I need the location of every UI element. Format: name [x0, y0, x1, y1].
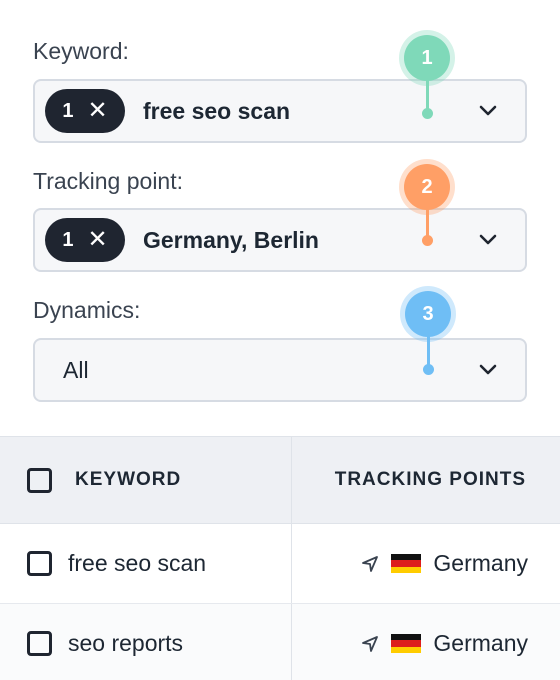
select-all-checkbox[interactable] [27, 467, 52, 493]
dynamics-value: All [63, 356, 89, 383]
table-header: KEYWORD TRACKING POINTS [0, 436, 560, 524]
tracking-point-count: 1 [62, 228, 74, 251]
tracking-point-value: Germany, Berlin [143, 226, 319, 253]
table-row[interactable]: seo reports Germany [0, 604, 560, 680]
keyword-text: seo reports [68, 630, 184, 656]
keyword-value: free seo scan [143, 97, 291, 124]
keyword-count: 1 [62, 99, 74, 122]
dynamics-select[interactable]: All [33, 338, 527, 402]
tracking-point-count-chip[interactable]: 1 ✕ [45, 218, 125, 262]
close-icon[interactable]: ✕ [88, 228, 108, 252]
table-row[interactable]: free seo scan Germany [0, 524, 560, 604]
tracking-point-text: Germany [433, 550, 528, 576]
tracking-point-text: Germany [433, 630, 528, 656]
tracking-point-cell: Germany [292, 524, 560, 603]
tracking-point-cell: Germany [292, 604, 560, 680]
keyword-select[interactable]: 1 ✕ free seo scan [33, 79, 527, 143]
navigation-arrow-icon [362, 635, 379, 652]
keyword-cell: seo reports [0, 604, 292, 680]
marker-dot-3 [423, 364, 434, 375]
annotation-marker-3: 3 [405, 291, 451, 375]
chevron-down-icon[interactable] [479, 364, 497, 376]
annotation-marker-1: 1 [404, 35, 450, 119]
tracking-points-column-header: TRACKING POINTS [292, 437, 560, 523]
tracking-point-label: Tracking point: [33, 168, 183, 194]
chevron-down-icon[interactable] [479, 234, 497, 246]
navigation-arrow-icon [362, 555, 379, 572]
row-checkbox[interactable] [27, 631, 52, 656]
annotation-marker-2: 2 [404, 164, 450, 246]
keyword-text: free seo scan [68, 550, 207, 576]
germany-flag-icon [391, 633, 422, 654]
chevron-down-icon[interactable] [479, 105, 497, 117]
close-icon[interactable]: ✕ [88, 99, 108, 123]
keyword-count-chip[interactable]: 1 ✕ [45, 89, 125, 133]
keywords-table: KEYWORD TRACKING POINTS free seo scan Ge… [0, 436, 560, 680]
keyword-column-title: KEYWORD [75, 469, 182, 490]
dynamics-label: Dynamics: [33, 297, 141, 323]
tracking-point-select[interactable]: 1 ✕ Germany, Berlin [33, 208, 527, 272]
tracking-points-column-title[interactable]: TRACKING POINTS [335, 469, 526, 491]
keyword-cell: free seo scan [0, 524, 292, 603]
keyword-label: Keyword: [33, 38, 129, 64]
marker-dot-1 [422, 108, 433, 119]
row-checkbox[interactable] [27, 551, 52, 576]
germany-flag-icon [391, 553, 422, 574]
keyword-column-header: KEYWORD [0, 437, 292, 523]
marker-dot-2 [422, 235, 433, 246]
